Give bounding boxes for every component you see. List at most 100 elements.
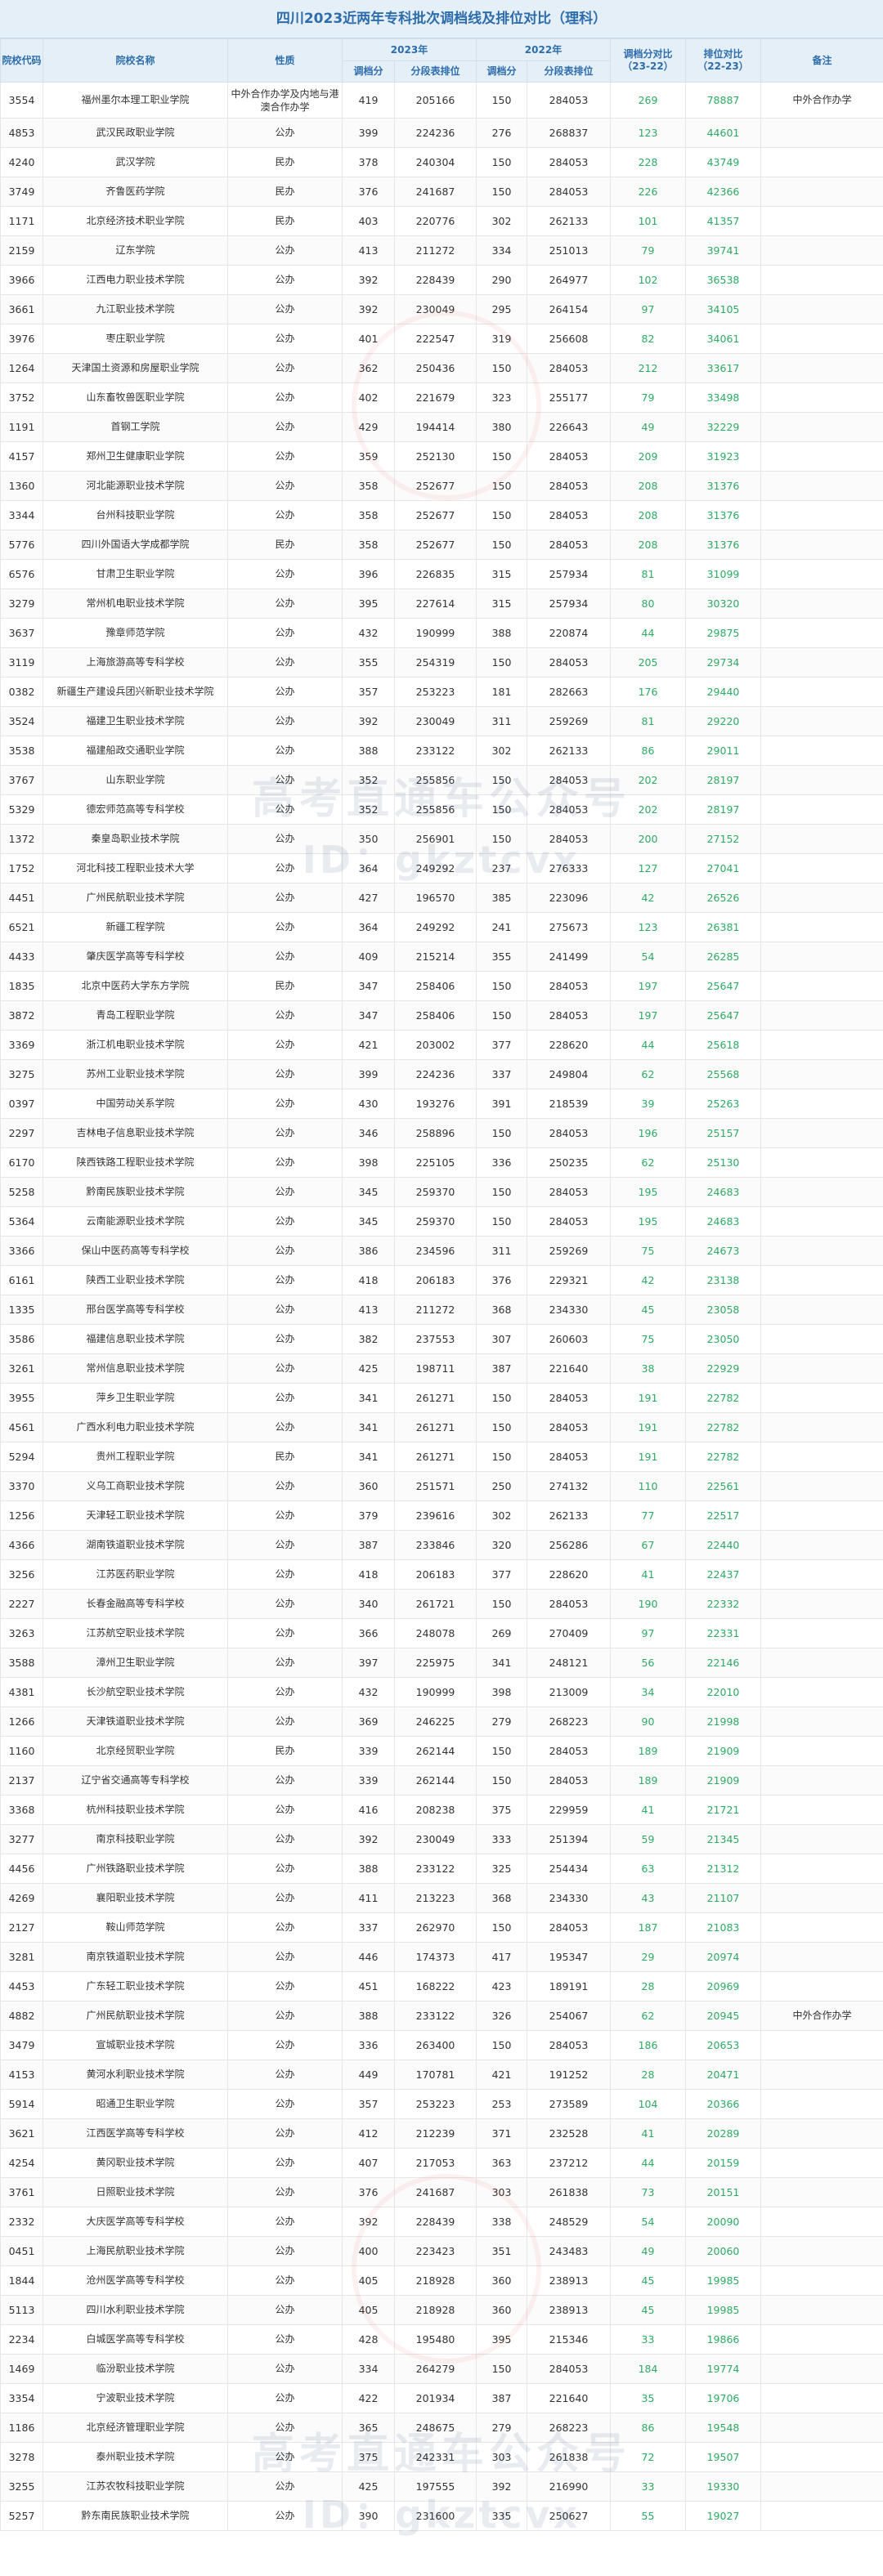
cell-nature: 公办: [227, 235, 343, 266]
cell-score-2022: 150: [476, 2030, 527, 2060]
cell-name: 台州科技职业学院: [43, 500, 228, 530]
cell-score-2022: 395: [476, 2324, 527, 2355]
cell-score-2022: 387: [476, 2383, 527, 2413]
cell-nature: 公办: [227, 1177, 343, 1207]
cell-rank-2022: 284053: [527, 1765, 611, 1796]
cell-score-2022: 311: [476, 1236, 527, 1266]
cell-rank-diff: 41357: [685, 206, 761, 236]
cell-nature: 公办: [227, 677, 343, 707]
cell-rank-diff: 23138: [685, 1265, 761, 1295]
col-note: 备注: [760, 38, 883, 83]
cell-rank-2023: 253223: [394, 677, 477, 707]
cell-score-diff: 191: [610, 1412, 686, 1442]
cell-name: 北京经济技术职业学院: [43, 206, 228, 236]
cell-score-2022: 376: [476, 1265, 527, 1295]
cell-rank-diff: 31099: [685, 559, 761, 589]
cell-rank-2023: 190999: [394, 1677, 477, 1707]
cell-rank-2022: 284053: [527, 794, 611, 825]
cell-nature: 公办: [227, 1206, 343, 1237]
cell-rank-diff: 22517: [685, 1500, 761, 1531]
cell-rank-diff: 19330: [685, 2471, 761, 2502]
cell-score-2022: 150: [476, 1383, 527, 1413]
cell-name: 豫章师范学院: [43, 618, 228, 648]
table-row: 4853 武汉民政职业学院 公办 399 224236 276 268837 123 44601: [0, 118, 883, 148]
cell-rank-2023: 261271: [394, 1383, 477, 1413]
cell-nature: 公办: [227, 1059, 343, 1089]
cell-score-2023: 425: [342, 1353, 395, 1384]
table-row: 2332 大庆医学高等专科学校 公办 392 228439 338 248529 54 2009…: [0, 2207, 883, 2237]
cell-name: 天津国土资源和房屋职业学院: [43, 353, 228, 383]
cell-rank-2023: 196570: [394, 883, 477, 913]
cell-score-diff: 41: [610, 1795, 686, 1825]
table-row: 5364 云南能源职业技术学院 公办 345 259370 150 284053 195 246…: [0, 1206, 883, 1237]
cell-note: [760, 1118, 883, 1148]
table-row: 5258 黔南民族职业技术学院 公办 345 259370 150 284053 195 246…: [0, 1177, 883, 1207]
cell-score-2023: 409: [342, 941, 395, 972]
cell-score-2023: 341: [342, 1383, 395, 1413]
cell-rank-diff: 19027: [685, 2501, 761, 2531]
table-row: 3661 九江职业技术学院 公办 392 230049 295 264154 97 34105: [0, 294, 883, 324]
cell-score-2023: 376: [342, 177, 395, 207]
cell-rank-diff: 24683: [685, 1177, 761, 1207]
cell-nature: 民办: [227, 147, 343, 177]
cell-score-2022: 315: [476, 559, 527, 589]
cell-note: [760, 1089, 883, 1119]
cell-name: 江苏医药职业学院: [43, 1559, 228, 1590]
cell-rank-2022: 284053: [527, 765, 611, 795]
cell-score-2022: 320: [476, 1530, 527, 1560]
cell-score-2022: 377: [476, 1030, 527, 1060]
cell-rank-diff: 25157: [685, 1118, 761, 1148]
cell-score-2022: 315: [476, 588, 527, 619]
table-row: 3976 枣庄职业学院 公办 401 222547 319 256608 82 34061: [0, 324, 883, 354]
table-row: 3344 台州科技职业学院 公办 358 252677 150 284053 208 31376: [0, 500, 883, 530]
cell-rank-diff: 20090: [685, 2207, 761, 2237]
cell-name: 上海民航职业技术学院: [43, 2236, 228, 2266]
cell-code: 4157: [0, 441, 43, 472]
cell-rank-diff: 21721: [685, 1795, 761, 1825]
cell-rank-2022: 216990: [527, 2471, 611, 2502]
cell-code: 3279: [0, 588, 43, 619]
cell-rank-2022: 284053: [527, 1442, 611, 1472]
cell-score-2022: 269: [476, 1618, 527, 1648]
cell-nature: 公办: [227, 1971, 343, 2001]
cell-rank-2023: 220776: [394, 206, 477, 236]
cell-rank-diff: 21909: [685, 1765, 761, 1796]
cell-nature: 公办: [227, 500, 343, 530]
cell-score-diff: 41: [610, 2118, 686, 2149]
cell-code: 3554: [0, 82, 43, 119]
cell-rank-2023: 233122: [394, 2001, 477, 2031]
cell-code: 1264: [0, 353, 43, 383]
cell-nature: 公办: [227, 1324, 343, 1354]
cell-name: 黄冈职业技术学院: [43, 2148, 228, 2178]
cell-score-diff: 33: [610, 2324, 686, 2355]
cell-code: 6170: [0, 1147, 43, 1178]
cell-score-2022: 150: [476, 1589, 527, 1619]
cell-rank-2023: 233122: [394, 1854, 477, 1884]
cell-name: 北京中医药大学东方学院: [43, 971, 228, 1001]
cell-code: 3263: [0, 1618, 43, 1648]
cell-code: 6521: [0, 912, 43, 942]
cell-note: [760, 265, 883, 295]
cell-rank-diff: 20969: [685, 1971, 761, 2001]
cell-rank-2023: 215214: [394, 941, 477, 972]
cell-note: [760, 500, 883, 530]
cell-name: 苏州工业职业技术学院: [43, 1059, 228, 1089]
cell-rank-diff: 25263: [685, 1089, 761, 1119]
cell-nature: 公办: [227, 588, 343, 619]
cell-note: [760, 1147, 883, 1178]
cell-rank-2023: 239616: [394, 1500, 477, 1531]
cell-rank-diff: 32229: [685, 412, 761, 442]
cell-name: 江苏农牧科技职业学院: [43, 2471, 228, 2502]
cell-score-diff: 86: [610, 2413, 686, 2443]
cell-name: 新疆生产建设兵团兴新职业技术学院: [43, 677, 228, 707]
cell-score-diff: 54: [610, 2207, 686, 2237]
cell-rank-2023: 211272: [394, 235, 477, 266]
cell-note: [760, 441, 883, 472]
cell-rank-2023: 208238: [394, 1795, 477, 1825]
cell-name: 长沙航空职业技术学院: [43, 1677, 228, 1707]
page-title: 四川2023近两年专科批次调档线及排位对比（理科）: [0, 0, 883, 38]
cell-rank-diff: 21083: [685, 1912, 761, 1943]
cell-note: [760, 2059, 883, 2090]
cell-note: [760, 559, 883, 589]
cell-rank-diff: 22782: [685, 1383, 761, 1413]
